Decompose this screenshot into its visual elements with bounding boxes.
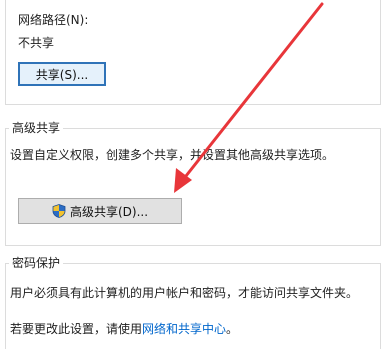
advanced-sharing-button-label: 高级共享(D)... [69, 204, 149, 219]
network-path-value: 不共享 [18, 36, 55, 50]
advanced-sharing-title: 高级共享 [9, 121, 64, 135]
change-setting-prefix: 若要更改此设置，请使用 [10, 322, 143, 336]
sharing-properties-tab: 网络路径(N): 不共享 共享(S)... 高级共享 设置自定义权限，创建多个共… [0, 0, 386, 349]
password-protection-title: 密码保护 [9, 256, 64, 270]
change-setting-line: 若要更改此设置，请使用网络和共享中心。 [10, 322, 238, 336]
network-path-label: 网络路径(N): [18, 13, 89, 27]
advanced-sharing-button[interactable]: 高级共享(D)... [18, 198, 182, 224]
uac-shield-icon [52, 204, 66, 218]
advanced-sharing-description: 设置自定义权限，创建多个共享，并设置其他高级共享选项。 [10, 148, 335, 162]
share-button[interactable]: 共享(S)... [18, 62, 106, 86]
password-protection-description: 用户必须具有此计算机的用户帐户和密码，才能访问共享文件夹。 [10, 286, 359, 300]
change-setting-suffix: 。 [226, 322, 239, 336]
network-sharing-center-link[interactable]: 网络和共享中心 [142, 322, 226, 336]
advanced-sharing-group: 高级共享 设置自定义权限，创建多个共享，并设置其他高级共享选项。 高级共享(D)… [5, 121, 381, 246]
password-protection-group: 密码保护 用户必须具有此计算机的用户帐户和密码，才能访问共享文件夹。 若要更改此… [5, 256, 381, 349]
share-button-label: 共享(S)... [35, 67, 89, 82]
network-path-group: 网络路径(N): 不共享 共享(S)... [5, 0, 381, 105]
